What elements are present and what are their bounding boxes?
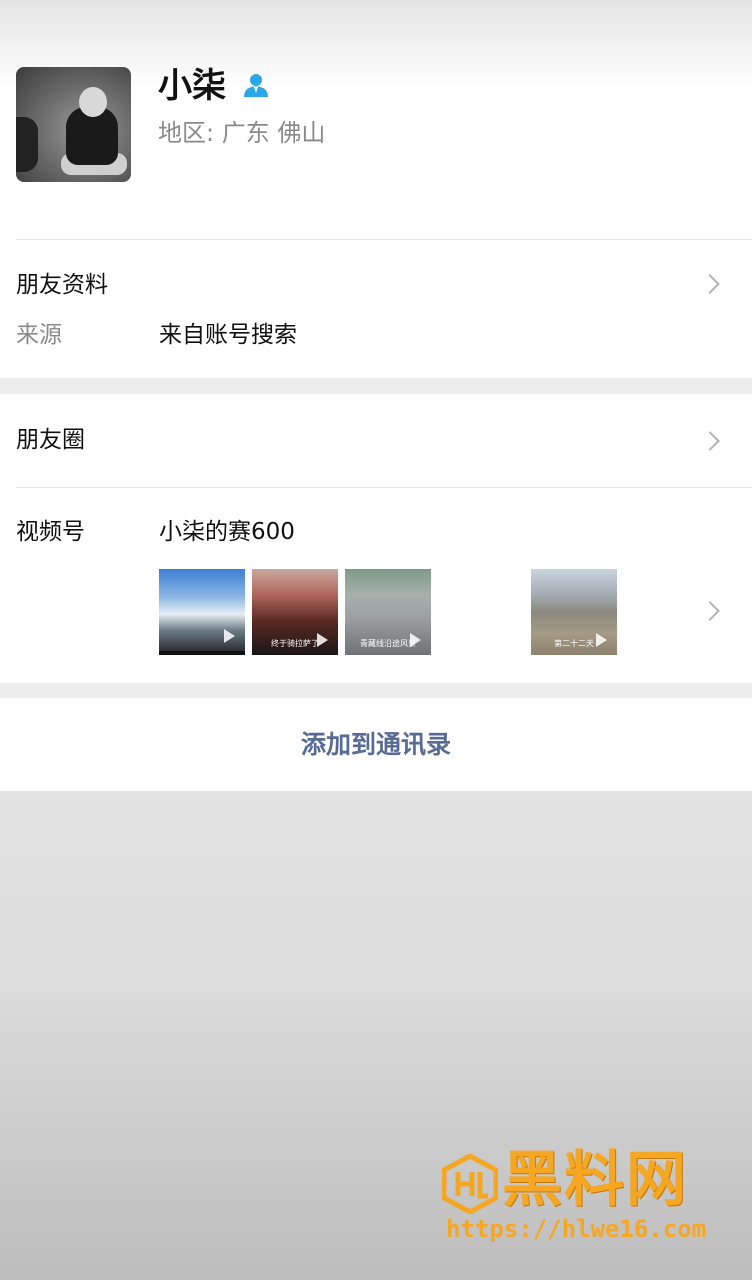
channel-video-thumbnail[interactable]: 终于骑拉萨了 xyxy=(252,569,338,655)
avatar[interactable] xyxy=(16,67,131,182)
channels-label: 视频号 xyxy=(16,519,85,545)
avatar-photo-detail xyxy=(79,87,107,117)
channel-video-thumbnail[interactable]: 第二十二天 xyxy=(531,569,617,655)
chevron-right-icon xyxy=(700,431,720,451)
watermark-url: https://hlwe16.com xyxy=(446,1215,707,1243)
friend-info-row[interactable]: 朋友资料 xyxy=(0,240,752,330)
source-label: 来源 xyxy=(16,322,62,348)
play-icon xyxy=(224,629,235,643)
section-separator xyxy=(0,683,752,698)
profile-header: 小柒 地区: 广东 佛山 xyxy=(0,0,752,240)
watermark-brand: 黑料网 xyxy=(502,1145,688,1215)
friend-info-title: 朋友资料 xyxy=(16,272,108,298)
profile-name: 小柒 xyxy=(158,66,226,106)
chevron-right-icon xyxy=(700,601,720,621)
channel-video-thumbnail[interactable] xyxy=(159,569,245,655)
contact-person-icon xyxy=(244,74,268,97)
thumbnail-caption: 终于骑拉萨了 xyxy=(271,639,319,648)
channels-value: 小柒的赛600 xyxy=(159,519,295,545)
moments-row[interactable]: 朋友圈 xyxy=(0,394,752,487)
add-to-contacts-button[interactable]: 添加到通讯录 xyxy=(0,698,752,791)
profile-region: 地区: 广东 佛山 xyxy=(158,119,326,147)
watermark: 黑料网 https://hlwe16.com xyxy=(442,1145,732,1250)
channel-video-thumbnail[interactable]: 青藏线沿途风景 xyxy=(345,569,431,655)
moments-title: 朋友圈 xyxy=(16,427,85,453)
source-value: 来自账号搜索 xyxy=(159,322,297,348)
section-separator xyxy=(0,378,752,394)
avatar-photo-detail xyxy=(16,117,38,172)
thumbnail-caption: 青藏线沿途风景 xyxy=(360,639,416,648)
watermark-logo-icon xyxy=(442,1154,498,1214)
thumbnail-caption: 第二十二天 xyxy=(554,639,594,648)
chevron-right-icon xyxy=(700,274,720,294)
